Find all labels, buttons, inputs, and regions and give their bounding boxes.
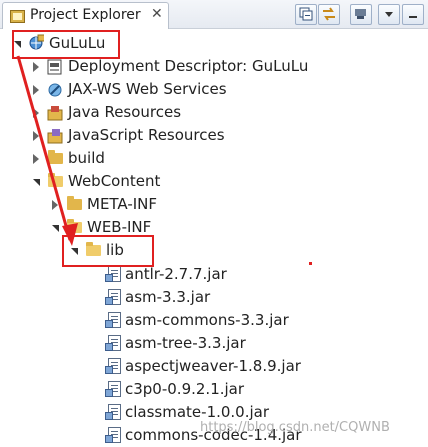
annotation-arrow <box>16 55 312 265</box>
watermark-text: https://blog.csdn.net/CQWNB <box>200 420 390 435</box>
